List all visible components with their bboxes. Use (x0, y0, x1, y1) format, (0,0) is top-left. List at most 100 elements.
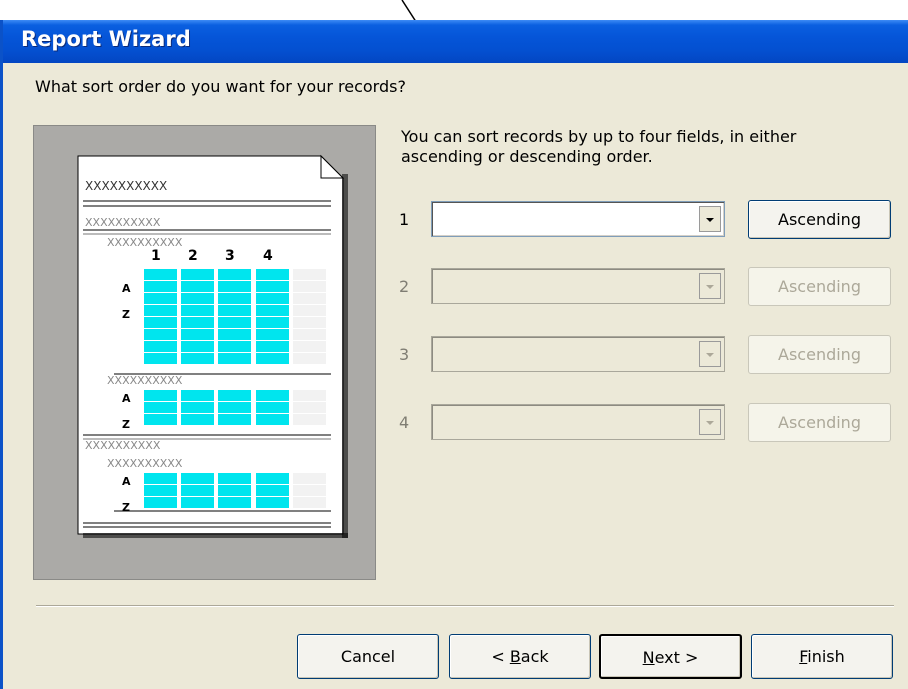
preview-sorted-cell (256, 414, 289, 425)
preview-sorted-cell (218, 353, 251, 364)
next-button[interactable]: Next > (599, 634, 742, 679)
preview-sort-a: A (122, 392, 131, 405)
preview-group-label: XXXXXXXXXX (107, 236, 183, 249)
window-title: Report Wizard (21, 27, 191, 51)
preview-sorted-cell (218, 414, 251, 425)
preview-sorted-cell (181, 281, 214, 292)
back-button[interactable]: < Back (449, 634, 591, 679)
preview-sorted-cell (256, 353, 289, 364)
preview-extra-cell (293, 329, 326, 340)
sort-order-button-2[interactable]: Ascending (748, 267, 891, 306)
sort-field-combo-2[interactable] (431, 268, 725, 304)
preview-sorted-cell (256, 485, 289, 496)
preview-sort-z: Z (122, 418, 130, 431)
preview-sorted-cell (256, 305, 289, 316)
preview-extra-cell (293, 485, 326, 496)
preview-sorted-cell (144, 353, 177, 364)
preview-sorted-cell (218, 485, 251, 496)
preview-sorted-cell (144, 341, 177, 352)
preview-sorted-cell (256, 329, 289, 340)
preview-sorted-cell (218, 305, 251, 316)
preview-sorted-cell (218, 497, 251, 508)
preview-sorted-cell (256, 402, 289, 413)
preview-sorted-cell (256, 293, 289, 304)
preview-sorted-cell (218, 329, 251, 340)
preview-sort-z: Z (122, 501, 130, 514)
preview-sorted-cell (218, 317, 251, 328)
next-rest: ext > (654, 648, 699, 667)
preview-sorted-cell (144, 269, 177, 280)
sort-row-number: 1 (399, 210, 410, 229)
preview-extra-cell (293, 341, 326, 352)
preview-sorted-cell (218, 293, 251, 304)
preview-sorted-cell (181, 390, 214, 401)
preview-extra-cell (293, 269, 326, 280)
preview-sorted-cell (181, 317, 214, 328)
preview-extra-cell (293, 402, 326, 413)
sort-row-number: 4 (399, 413, 410, 432)
button-separator (36, 605, 894, 607)
sort-order-button-3[interactable]: Ascending (748, 335, 891, 374)
preview-sorted-cell (218, 341, 251, 352)
preview-extra-cell (293, 281, 326, 292)
finish-button[interactable]: Finish (751, 634, 893, 679)
preview-extra-cell (293, 414, 326, 425)
dropdown-arrow-icon[interactable] (699, 273, 721, 299)
finish-rest: inish (807, 647, 845, 666)
preview-column-number: 3 (225, 248, 235, 264)
preview-sorted-cell (181, 414, 214, 425)
preview-sorted-cell (144, 473, 177, 484)
preview-sorted-cell (181, 473, 214, 484)
dropdown-arrow-icon[interactable] (699, 341, 721, 367)
preview-sorted-cell (144, 402, 177, 413)
preview-sorted-cell (144, 293, 177, 304)
preview-group-label: XXXXXXXXXX (85, 216, 161, 229)
preview-sorted-cell (256, 473, 289, 484)
sort-field-combo-4[interactable] (431, 404, 725, 440)
preview-sorted-cell (181, 402, 214, 413)
preview-sorted-cell (181, 485, 214, 496)
preview-sorted-cell (144, 317, 177, 328)
preview-sorted-cell (218, 402, 251, 413)
sort-order-button-4[interactable]: Ascending (748, 403, 891, 442)
back-access-key: B (509, 647, 521, 666)
preview-group-label: XXXXXXXXXX (85, 439, 161, 452)
preview-extra-cell (293, 473, 326, 484)
preview-sorted-cell (256, 317, 289, 328)
preview-sorted-cell (144, 497, 177, 508)
preview-sorted-cell (144, 281, 177, 292)
report-wizard-dialog: Report Wizard What sort order do you wan… (0, 20, 908, 689)
dropdown-arrow-icon[interactable] (699, 409, 721, 435)
preview-sorted-cell (144, 329, 177, 340)
preview-sorted-cell (181, 341, 214, 352)
preview-sorted-cell (218, 281, 251, 292)
preview-sorted-cell (256, 341, 289, 352)
back-rest: ack (520, 647, 549, 666)
sort-order-button-1[interactable]: Ascending (748, 200, 891, 239)
question-label: What sort order do you want for your rec… (35, 77, 406, 96)
preview-sorted-cell (218, 390, 251, 401)
preview-sorted-cell (181, 269, 214, 280)
preview-group-label: XXXXXXXXXX (107, 457, 183, 470)
preview-column-number: 2 (188, 248, 198, 264)
preview-sorted-cell (144, 305, 177, 316)
preview-sorted-cell (256, 269, 289, 280)
dropdown-arrow-icon[interactable] (699, 206, 721, 232)
preview-sorted-cell (181, 305, 214, 316)
back-prefix: < (491, 647, 510, 666)
preview-sorted-cell (181, 353, 214, 364)
sort-row-number: 2 (399, 277, 410, 296)
preview-column-number: 1 (151, 248, 161, 264)
title-bar[interactable]: Report Wizard (3, 20, 908, 63)
sort-field-combo-3[interactable] (431, 336, 725, 372)
cancel-button[interactable]: Cancel (297, 634, 439, 679)
preview-sorted-cell (218, 269, 251, 280)
preview-sort-z: Z (122, 308, 130, 321)
sort-field-combo-1[interactable] (431, 201, 725, 237)
preview-group-label: XXXXXXXXXX (107, 374, 183, 387)
preview-extra-cell (293, 390, 326, 401)
preview-column-number: 4 (263, 248, 273, 264)
preview-sorted-cell (256, 497, 289, 508)
preview-sorted-cell (144, 485, 177, 496)
sort-row-number: 3 (399, 345, 410, 364)
